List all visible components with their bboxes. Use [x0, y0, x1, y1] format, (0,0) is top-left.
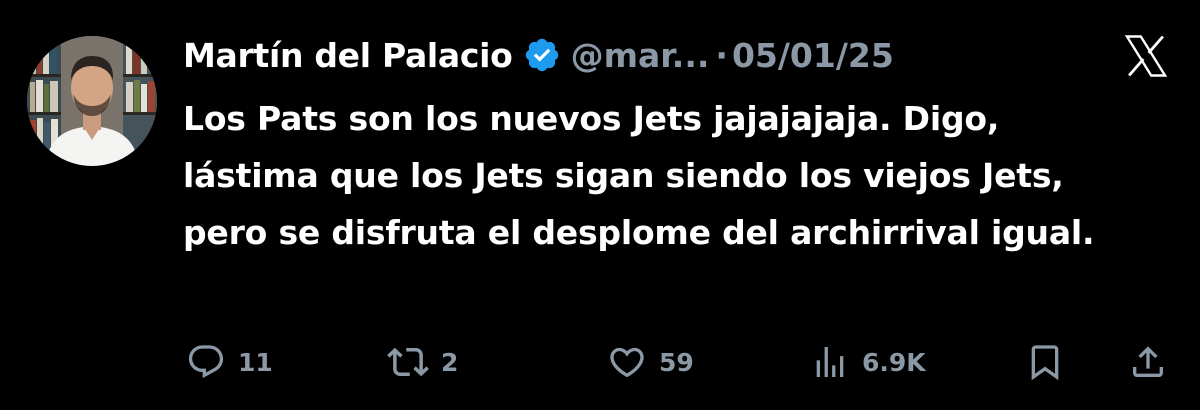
retweet-count: 2 — [441, 347, 459, 377]
tweet-date[interactable]: 05/01/25 — [732, 36, 894, 75]
reply-button[interactable]: 11 — [186, 338, 273, 386]
avatar-image — [27, 36, 157, 166]
like-button[interactable]: 59 — [607, 338, 694, 386]
heart-icon — [607, 342, 647, 382]
share-button[interactable] — [1128, 338, 1168, 386]
action-bar: 11 2 59 6.9K — [0, 338, 1200, 386]
retweet-button[interactable]: 2 — [387, 338, 458, 386]
bookmark-icon — [1025, 342, 1065, 382]
display-name[interactable]: Martín del Palacio — [183, 36, 513, 75]
separator-dot: · — [715, 35, 728, 75]
reply-count: 11 — [238, 347, 273, 377]
retweet-icon — [387, 341, 429, 383]
views-button[interactable]: 6.9K — [810, 338, 926, 386]
tweet-text: Los Pats son los nuevos Jets jajajajaja.… — [183, 99, 1095, 252]
avatar[interactable] — [27, 36, 157, 166]
bookmark-button[interactable] — [1025, 338, 1065, 386]
like-count: 59 — [659, 347, 694, 377]
reply-icon — [186, 342, 226, 382]
share-icon — [1128, 342, 1168, 382]
views-count: 6.9K — [862, 347, 926, 377]
views-icon — [810, 342, 850, 382]
verified-badge-icon — [523, 36, 561, 74]
handle[interactable]: @mar... — [571, 36, 710, 75]
x-logo-icon — [1120, 30, 1172, 82]
tweet-header: Martín del Palacio @mar... · 05/01/25 — [183, 30, 894, 80]
tweet-card[interactable]: Martín del Palacio @mar... · 05/01/25 Lo… — [0, 0, 1200, 410]
